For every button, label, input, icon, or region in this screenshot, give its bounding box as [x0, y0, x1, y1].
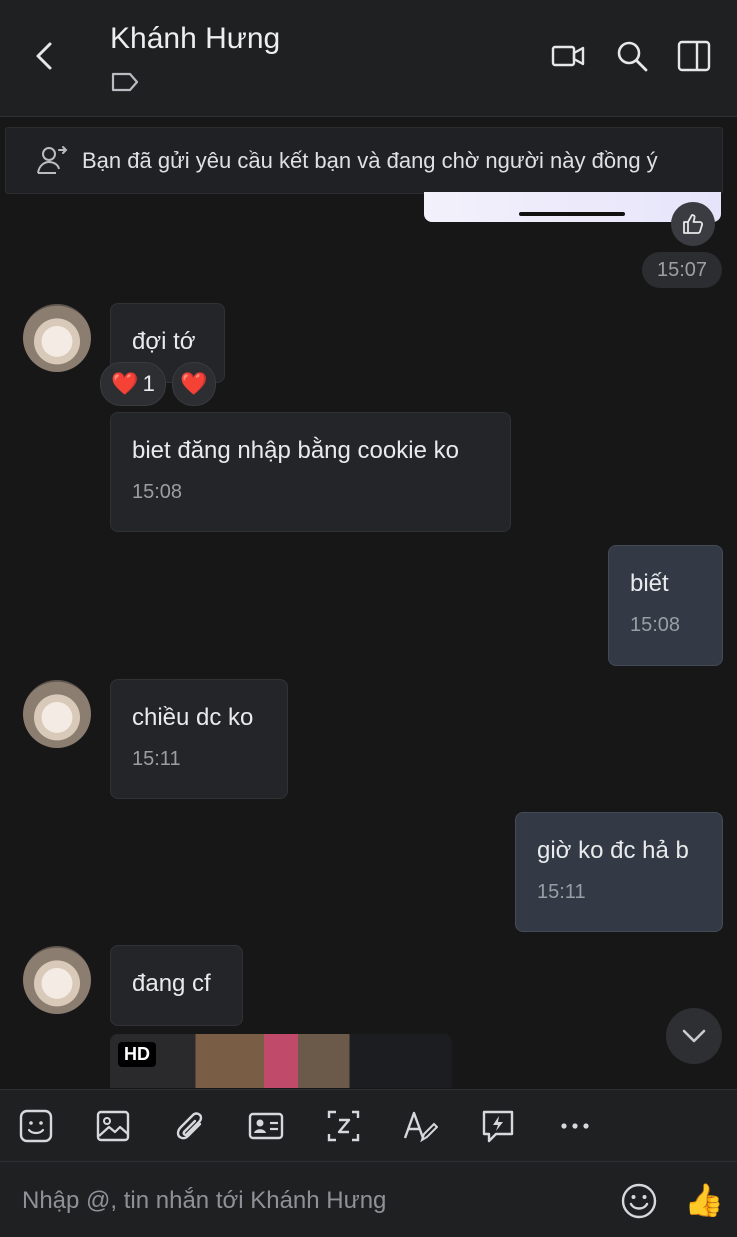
hd-badge: HD: [118, 1042, 156, 1067]
message-bubble[interactable]: chiều dc ko 15:11: [110, 679, 288, 799]
message-text: chiều dc ko: [132, 704, 254, 731]
send-like-button[interactable]: 👍: [684, 1180, 724, 1220]
message-text: biet đăng nhập bằng cookie ko: [132, 437, 459, 464]
heart-icon: ❤️: [180, 371, 208, 396]
message-input[interactable]: [20, 1182, 604, 1220]
composer-toolbar: [0, 1089, 737, 1162]
contact-card-icon[interactable]: [248, 1108, 284, 1144]
image-home-bar: [519, 212, 625, 216]
emoji-icon[interactable]: [620, 1182, 658, 1220]
search-icon[interactable]: [614, 38, 650, 74]
message-time: 15:11: [537, 881, 586, 903]
scroll-to-bottom-button[interactable]: [666, 1008, 722, 1064]
avatar[interactable]: [23, 946, 91, 1014]
label-tag-icon[interactable]: [110, 70, 140, 94]
video-call-icon[interactable]: [550, 38, 586, 74]
message-time: 15:08: [132, 481, 183, 503]
friend-request-banner: Bạn đã gửi yêu cầu kết bạn và đang chờ n…: [5, 127, 723, 194]
image-icon[interactable]: [95, 1108, 131, 1144]
chat-header: Khánh Hưng: [0, 0, 737, 117]
quick-message-icon[interactable]: [480, 1108, 516, 1144]
message-time: 15:08: [630, 614, 681, 636]
avatar[interactable]: [23, 680, 91, 748]
more-options-icon[interactable]: [557, 1108, 593, 1144]
message-time: 15:07: [642, 252, 722, 288]
thumbs-up-icon: 👍: [684, 1182, 724, 1218]
message-text: biết: [630, 570, 669, 597]
photo-message[interactable]: HD: [110, 1034, 452, 1088]
message-bubble[interactable]: biet đăng nhập bằng cookie ko 15:08: [110, 412, 511, 532]
message-text: đợi tớ: [132, 328, 196, 355]
heart-icon: ❤️: [111, 371, 139, 396]
message-text: giờ ko đc hả b: [537, 837, 689, 864]
message-composer: 👍: [0, 1161, 737, 1237]
reaction-count-chip[interactable]: ❤️ 1: [100, 362, 166, 406]
person-add-icon: [37, 146, 68, 174]
like-reaction-button[interactable]: [671, 202, 715, 246]
chevron-down-icon: [682, 1029, 706, 1043]
message-bubble[interactable]: đang cf: [110, 945, 243, 1026]
message-time: 15:11: [132, 748, 181, 770]
banner-text: Bạn đã gửi yêu cầu kết bạn và đang chờ n…: [82, 148, 658, 173]
back-arrow-icon[interactable]: [28, 38, 64, 74]
message-bubble-outgoing[interactable]: biết 15:08: [608, 545, 723, 666]
thumbs-up-icon: [683, 214, 704, 234]
sidebar-toggle-icon[interactable]: [676, 38, 712, 74]
contact-name[interactable]: Khánh Hưng: [110, 22, 280, 56]
add-heart-reaction-button[interactable]: ❤️: [172, 362, 216, 406]
message-text: đang cf: [132, 970, 211, 997]
message-bubble-outgoing[interactable]: giờ ko đc hả b 15:11: [515, 812, 723, 932]
text-format-icon[interactable]: [402, 1108, 438, 1144]
attachment-icon[interactable]: [172, 1108, 208, 1144]
avatar[interactable]: [23, 304, 91, 372]
screenshot-icon[interactable]: [326, 1108, 362, 1144]
sticker-icon[interactable]: [18, 1108, 54, 1144]
reaction-count: 1: [142, 371, 155, 396]
